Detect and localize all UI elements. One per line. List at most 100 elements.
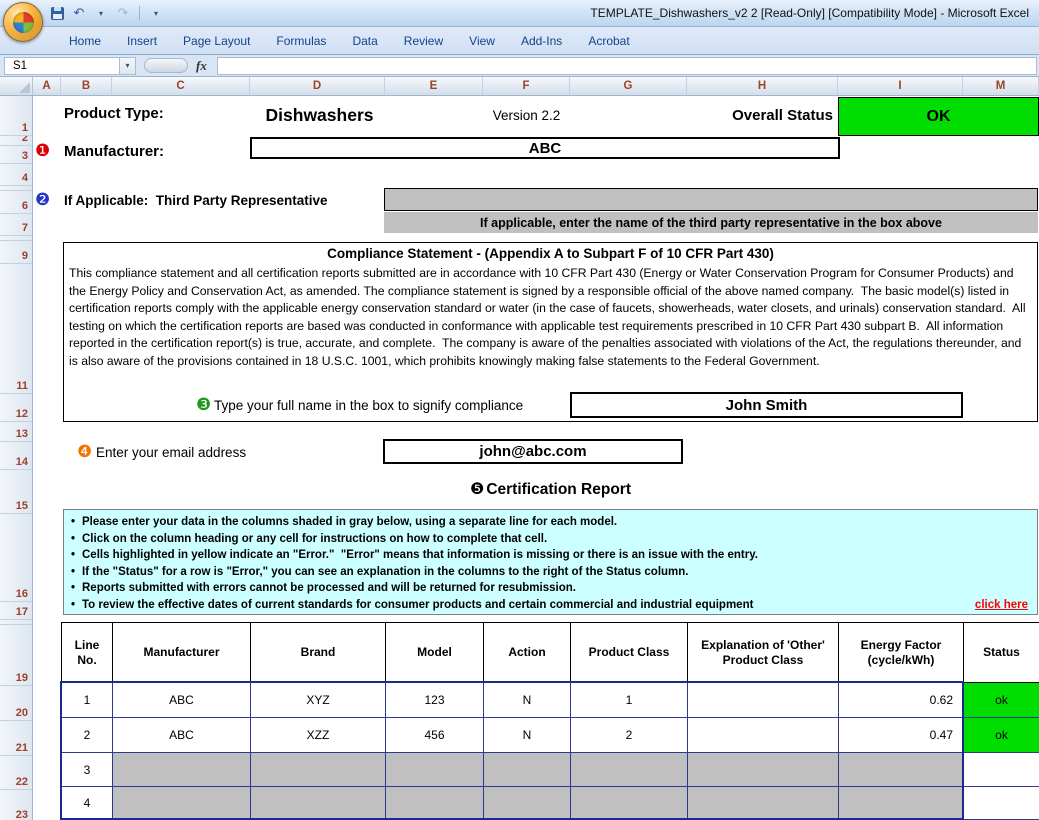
cell-model[interactable]: 456 [386, 718, 484, 753]
manufacturer-input[interactable]: ABC [250, 137, 840, 159]
cell-brand[interactable]: XYZ [251, 683, 386, 718]
table-header-action[interactable]: Action [484, 623, 571, 683]
row-header[interactable]: 14 [0, 442, 32, 470]
table-header-energy-factor[interactable]: Energy Factor (cycle/kWh) [839, 623, 964, 683]
insert-function-button[interactable]: fx [196, 58, 207, 74]
column-header-e[interactable]: E [385, 77, 483, 95]
table-header-manufacturer[interactable]: Manufacturer [113, 623, 251, 683]
cell-line-no[interactable]: 1 [62, 683, 113, 718]
cell-line-no[interactable]: 2 [62, 718, 113, 753]
cell-status [964, 787, 1039, 820]
cell-explanation[interactable] [688, 753, 839, 787]
cell-explanation[interactable] [688, 683, 839, 718]
column-header-d[interactable]: D [250, 77, 385, 95]
office-button[interactable] [3, 2, 43, 42]
cell-status: ok [964, 718, 1039, 753]
row-header[interactable]: 3 [0, 146, 32, 164]
redo-button[interactable]: ↷ [114, 4, 132, 22]
column-header-f[interactable]: F [483, 77, 570, 95]
table-header-product-class[interactable]: Product Class [571, 623, 688, 683]
undo-dropdown[interactable]: ▾ [92, 4, 110, 22]
cell-product-class[interactable]: 2 [571, 718, 688, 753]
select-all-corner[interactable] [0, 77, 33, 95]
row-header[interactable]: 1 [0, 96, 32, 136]
cell-brand[interactable]: XZZ [251, 718, 386, 753]
email-input[interactable]: john@abc.com [383, 439, 683, 464]
cell-manufacturer[interactable]: ABC [113, 718, 251, 753]
column-header-i[interactable]: I [838, 77, 963, 95]
cell-brand[interactable] [251, 787, 386, 820]
cell-line-no[interactable]: 3 [62, 753, 113, 787]
step-2-badge: ❷ [35, 191, 50, 208]
row-header[interactable]: 15 [0, 470, 32, 514]
tab-data[interactable]: Data [339, 29, 390, 54]
row-header[interactable]: 19 [0, 625, 32, 686]
formula-input[interactable] [217, 57, 1037, 75]
row-header[interactable]: 17 [0, 602, 32, 620]
row-header[interactable]: 23 [0, 790, 32, 820]
cell-model[interactable] [386, 787, 484, 820]
cell-action[interactable] [484, 787, 571, 820]
row-header[interactable]: 22 [0, 756, 32, 790]
row-header[interactable]: 16 [0, 514, 32, 602]
name-box[interactable]: S1 [4, 57, 120, 75]
tab-home[interactable]: Home [56, 29, 114, 54]
cell-model[interactable]: 123 [386, 683, 484, 718]
row-header[interactable]: 6 [0, 191, 32, 214]
table-header-model[interactable]: Model [386, 623, 484, 683]
row-header[interactable]: 12 [0, 394, 32, 422]
tab-insert[interactable]: Insert [114, 29, 170, 54]
row-header[interactable]: 9 [0, 241, 32, 264]
row-header[interactable]: 11 [0, 264, 32, 394]
row-header[interactable]: 13 [0, 422, 32, 442]
column-header-m[interactable]: M [963, 77, 1039, 95]
instruction-line: Cells highlighted in yellow indicate an … [69, 547, 1032, 564]
undo-button[interactable]: ↶ [70, 4, 88, 22]
table-header-explanation[interactable]: Explanation of 'Other' Product Class [688, 623, 839, 683]
cell-explanation[interactable] [688, 718, 839, 753]
cell-manufacturer[interactable] [113, 753, 251, 787]
cell-energy-factor[interactable] [839, 787, 964, 820]
row-header[interactable]: 4 [0, 164, 32, 186]
table-header-brand[interactable]: Brand [251, 623, 386, 683]
tab-view[interactable]: View [456, 29, 508, 54]
third-party-input[interactable] [384, 188, 1038, 211]
cell-product-class[interactable] [571, 753, 688, 787]
name-box-dropdown[interactable]: ▾ [120, 57, 136, 75]
cell-action[interactable] [484, 753, 571, 787]
cell-line-no[interactable]: 4 [62, 787, 113, 820]
table-header-status[interactable]: Status [964, 623, 1039, 683]
fullname-input[interactable]: John Smith [570, 392, 963, 418]
cell-energy-factor[interactable]: 0.62 [839, 683, 964, 718]
cell-energy-factor[interactable] [839, 753, 964, 787]
cell-product-class[interactable]: 1 [571, 683, 688, 718]
tab-acrobat[interactable]: Acrobat [575, 29, 642, 54]
column-header-a[interactable]: A [33, 77, 61, 95]
tab-add-ins[interactable]: Add-Ins [508, 29, 575, 54]
cell-model[interactable] [386, 753, 484, 787]
row-header[interactable]: 2 [0, 136, 32, 146]
customize-qat-button[interactable]: ▾ [147, 4, 165, 22]
row-header[interactable]: 21 [0, 721, 32, 756]
cell-action[interactable]: N [484, 718, 571, 753]
column-header-g[interactable]: G [570, 77, 687, 95]
row-header[interactable]: 20 [0, 686, 32, 721]
cell-action[interactable]: N [484, 683, 571, 718]
tab-formulas[interactable]: Formulas [263, 29, 339, 54]
cell-manufacturer[interactable]: ABC [113, 683, 251, 718]
column-header-h[interactable]: H [687, 77, 838, 95]
instruction-text: To review the effective dates of current… [82, 597, 753, 614]
column-header-c[interactable]: C [112, 77, 250, 95]
save-button[interactable] [48, 4, 66, 22]
cell-manufacturer[interactable] [113, 787, 251, 820]
cell-product-class[interactable] [571, 787, 688, 820]
table-header-line-no[interactable]: Line No. [62, 623, 113, 683]
cell-explanation[interactable] [688, 787, 839, 820]
cell-brand[interactable] [251, 753, 386, 787]
tab-page-layout[interactable]: Page Layout [170, 29, 263, 54]
row-header[interactable]: 7 [0, 214, 32, 236]
click-here-link[interactable]: click here [975, 597, 1032, 614]
tab-review[interactable]: Review [391, 29, 456, 54]
cell-energy-factor[interactable]: 0.47 [839, 718, 964, 753]
column-header-b[interactable]: B [61, 77, 112, 95]
